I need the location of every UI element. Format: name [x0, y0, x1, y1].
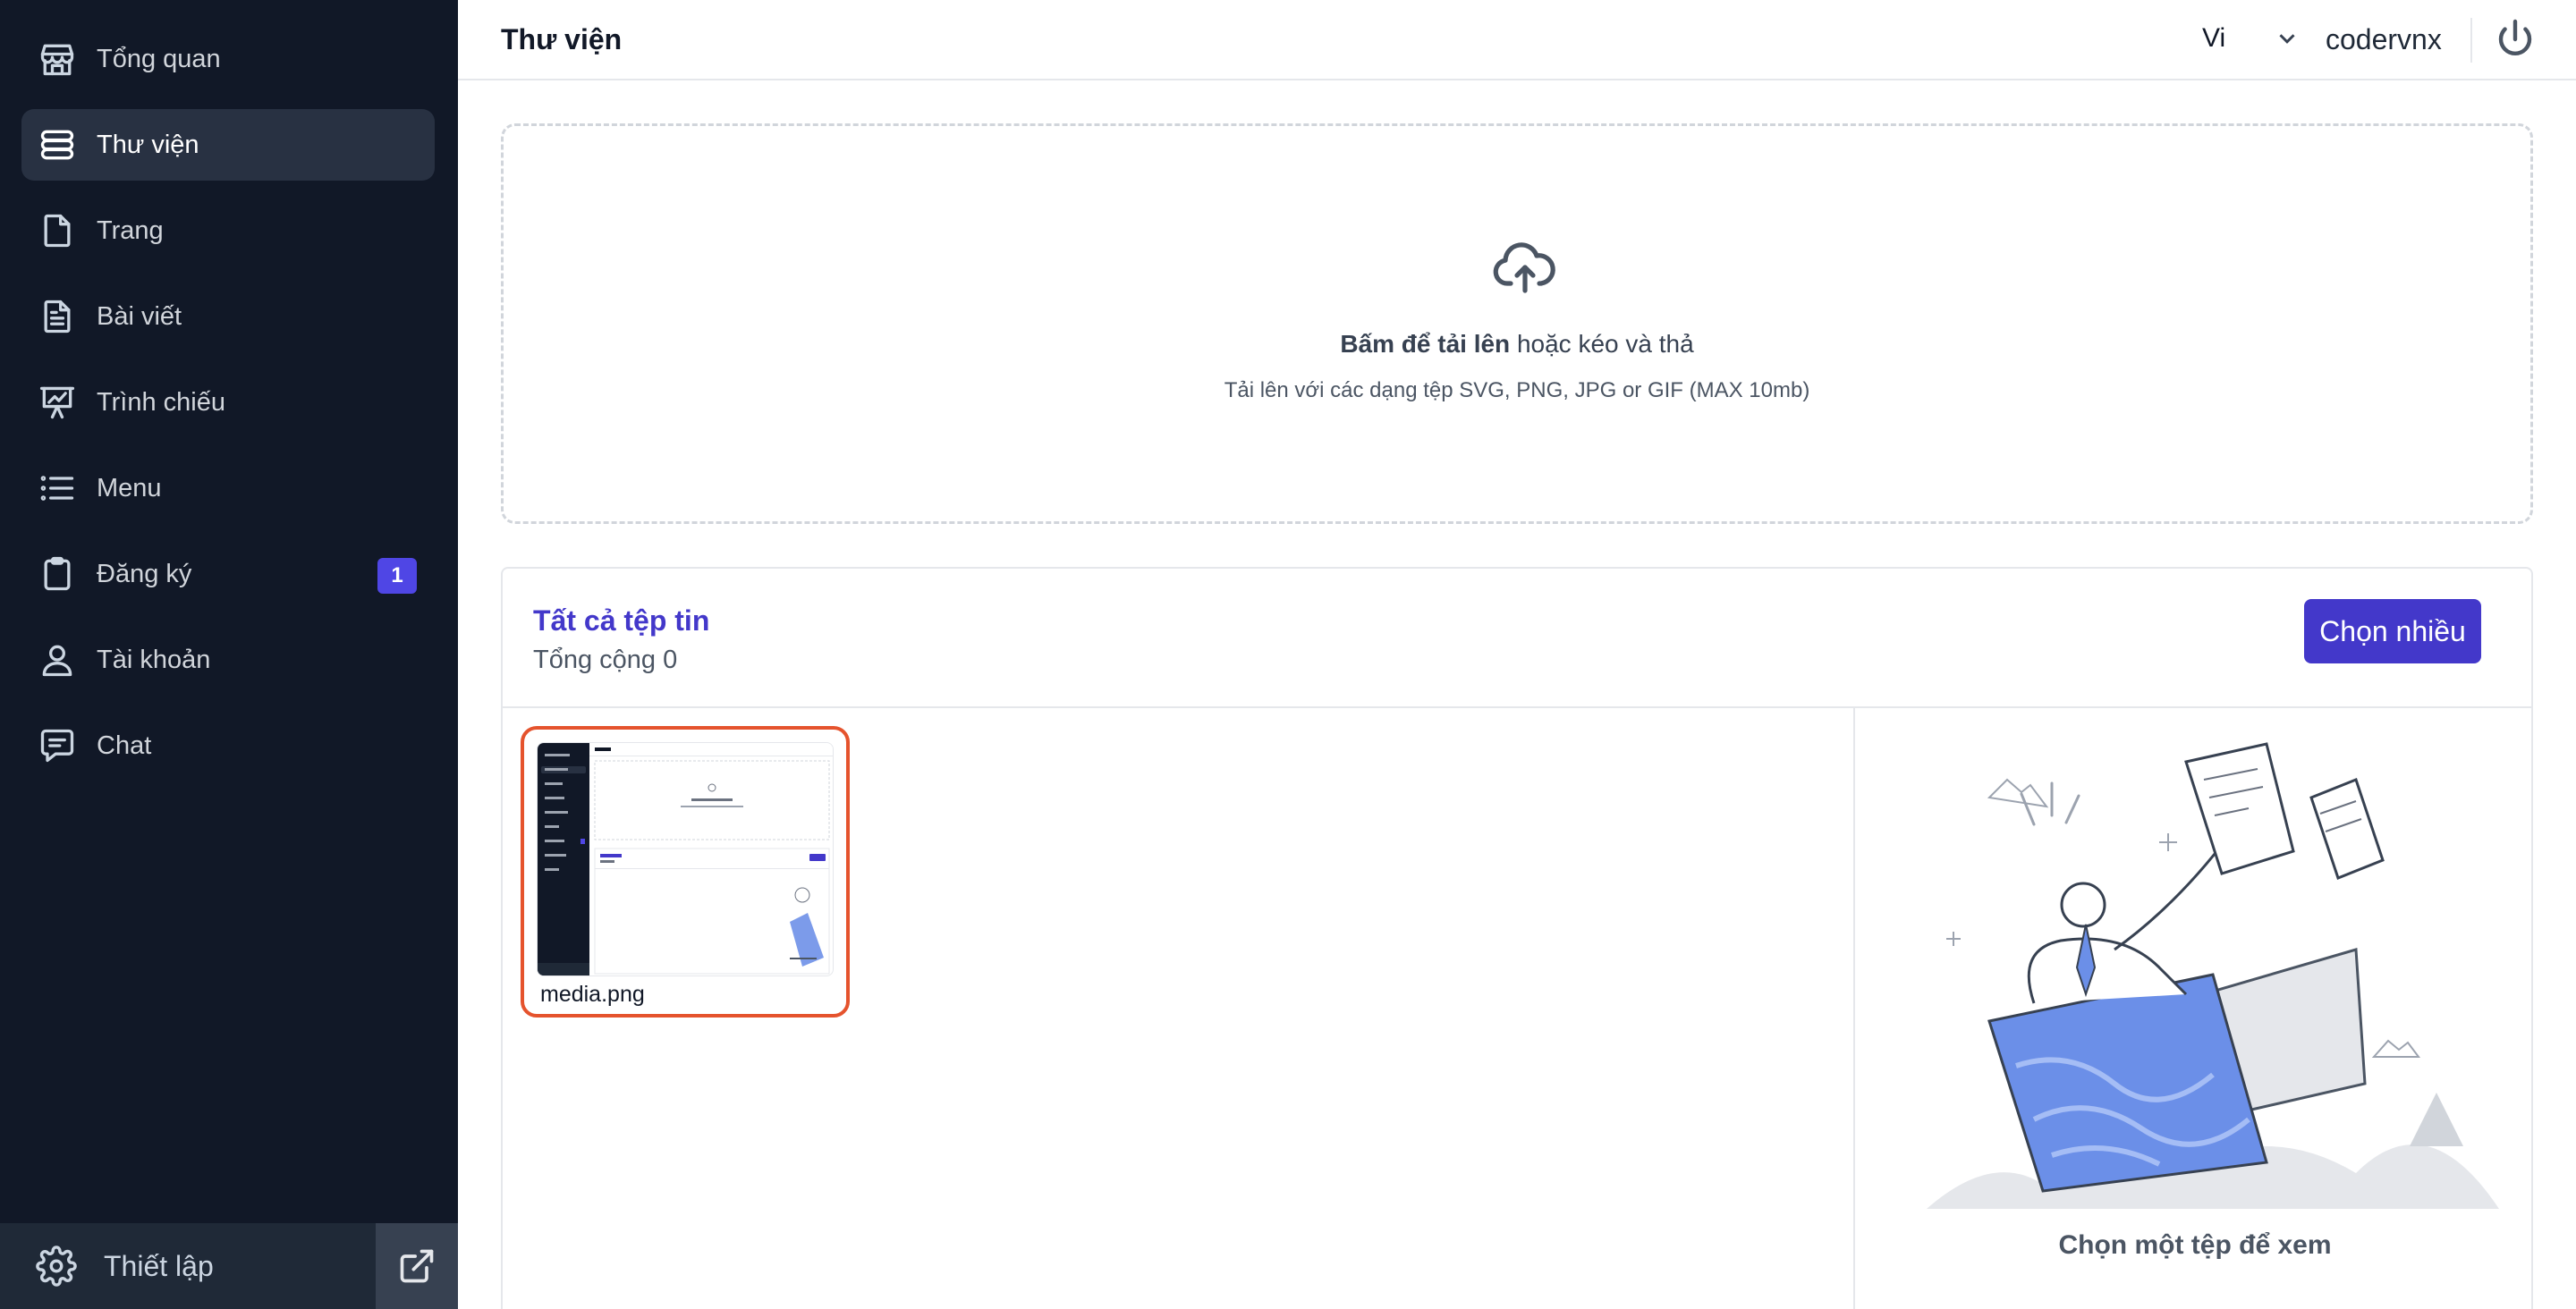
sidebar-item-account[interactable]: Tài khoản	[21, 624, 435, 696]
sidebar-item-label: Bài viết	[97, 301, 182, 331]
sidebar-item-registrations[interactable]: Đăng ký 1	[21, 538, 435, 610]
file-preview-pane: Chọn một tệp để xem	[1855, 708, 2535, 1309]
stack-icon	[38, 125, 77, 165]
sidebar-item-posts[interactable]: Bài viết	[21, 281, 435, 352]
clipboard-icon	[38, 554, 77, 594]
files-grid: media.png	[503, 708, 1855, 1309]
sidebar-item-label: Trang	[97, 215, 164, 245]
preview-caption: Chọn một tệp để xem	[2058, 1230, 2332, 1260]
store-icon	[38, 39, 77, 79]
sidebar-item-pages[interactable]: Trang	[21, 195, 435, 266]
sidebar-item-menu[interactable]: Menu	[21, 452, 435, 524]
sidebar-item-overview[interactable]: Tổng quan	[21, 23, 435, 95]
logout-button[interactable]	[2494, 18, 2538, 63]
page-title: Thư viện	[501, 23, 623, 55]
files-count: Tổng cộng 0	[533, 646, 678, 674]
sidebar-item-label: Chat	[97, 731, 152, 760]
sidebar-nav: Tổng quan Thư viện Trang Bài viết Trình …	[21, 23, 435, 796]
sidebar-item-chat[interactable]: Chat	[21, 710, 435, 781]
power-icon	[2498, 19, 2532, 55]
sidebar-item-label: Menu	[97, 473, 162, 502]
notification-badge: 1	[377, 558, 417, 594]
sidebar-item-slideshow[interactable]: Trình chiếu	[21, 367, 435, 438]
username[interactable]: codervnx	[2326, 23, 2442, 56]
presentation-chart-icon	[38, 383, 77, 422]
gear-icon	[36, 1246, 77, 1287]
upload-instructions: Bấm để tải lên hoặc kéo và thả	[504, 330, 2530, 359]
sidebar-item-label: Tổng quan	[97, 44, 221, 73]
sidebar-item-label: Thư viện	[97, 130, 199, 159]
files-panel: Tất cả tệp tin Tổng cộng 0 Chọn nhiều me…	[501, 567, 2533, 1309]
document-icon	[38, 211, 77, 250]
language-select[interactable]: Vi	[2202, 23, 2301, 54]
file-thumbnail	[537, 742, 834, 976]
select-multiple-button[interactable]: Chọn nhiều	[2304, 599, 2481, 663]
sidebar-item-label: Trình chiếu	[97, 387, 225, 417]
files-title: Tất cả tệp tin	[533, 604, 710, 637]
settings-label: Thiết lập	[104, 1249, 214, 1282]
cloud-upload-icon	[1493, 241, 1557, 294]
upload-dropzone[interactable]: Bấm để tải lên hoặc kéo và thả Tải lên v…	[501, 123, 2533, 524]
upload-drag-text: hoặc kéo và thả	[1510, 330, 1694, 358]
settings-button[interactable]: Thiết lập	[0, 1223, 376, 1309]
upload-click-text[interactable]: Bấm để tải lên	[1340, 330, 1510, 358]
header-divider	[2470, 18, 2472, 63]
user-icon	[38, 640, 77, 680]
files-header: Tất cả tệp tin Tổng cộng 0 Chọn nhiều	[503, 569, 2531, 708]
file-name: media.png	[540, 982, 645, 1007]
language-value: Vi	[2202, 23, 2226, 53]
sidebar: Tổng quan Thư viện Trang Bài viết Trình …	[0, 0, 458, 1309]
chevron-down-icon	[2279, 34, 2295, 44]
list-icon	[38, 469, 77, 508]
sidebar-item-label: Đăng ký	[97, 559, 192, 588]
upload-hint: Tải lên với các dạng tệp SVG, PNG, JPG o…	[1224, 378, 1810, 402]
open-site-button[interactable]	[376, 1223, 458, 1309]
top-header: Thư viện Vi codervnx	[458, 0, 2576, 80]
sidebar-item-label: Tài khoản	[97, 645, 211, 674]
empty-state-illustration	[1891, 726, 2517, 1245]
external-link-icon	[400, 1249, 434, 1283]
sidebar-footer: Thiết lập	[0, 1223, 458, 1309]
file-card[interactable]: media.png	[521, 726, 850, 1018]
document-text-icon	[38, 297, 77, 336]
sidebar-item-library[interactable]: Thư viện	[21, 109, 435, 181]
chat-bubble-icon	[38, 726, 77, 765]
